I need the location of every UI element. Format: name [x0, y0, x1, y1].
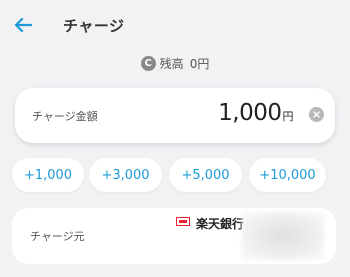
balance-label: 残高 [159, 56, 184, 71]
masked-account-info [242, 212, 324, 260]
charge-amount-number: 1,000 [218, 100, 282, 126]
quick-add-10000-button[interactable]: +10,000 [249, 158, 326, 192]
charge-source-selector[interactable]: チャージ元 楽天銀行 [12, 208, 336, 264]
clear-amount-button[interactable] [309, 107, 324, 122]
quick-add-5000-button[interactable]: +5,000 [169, 158, 242, 192]
page-title: チャージ [63, 17, 125, 35]
quick-add-1000-button[interactable]: +1,000 [12, 158, 84, 192]
back-button[interactable] [8, 12, 38, 38]
charge-amount-value[interactable]: 1,000円 [218, 100, 293, 126]
charge-amount-field[interactable]: チャージ金額 1,000円 [15, 88, 335, 143]
quick-amount-row: +1,000 +3,000 +5,000 +10,000 [12, 158, 342, 192]
bank-name: 楽天銀行 [196, 217, 245, 231]
charge-amount-unit: 円 [282, 110, 294, 123]
bank-logo-icon [176, 217, 190, 226]
coin-icon: C [140, 55, 156, 71]
close-icon [313, 111, 320, 118]
charge-amount-label: チャージ金額 [32, 110, 98, 123]
balance-row: C 残高 0円 [0, 53, 350, 73]
header: チャージ [0, 0, 350, 50]
balance-amount: 0円 [189, 56, 210, 71]
quick-add-3000-button[interactable]: +3,000 [89, 158, 162, 192]
charge-source-label: チャージ元 [30, 230, 85, 243]
arrow-left-icon [14, 18, 32, 32]
